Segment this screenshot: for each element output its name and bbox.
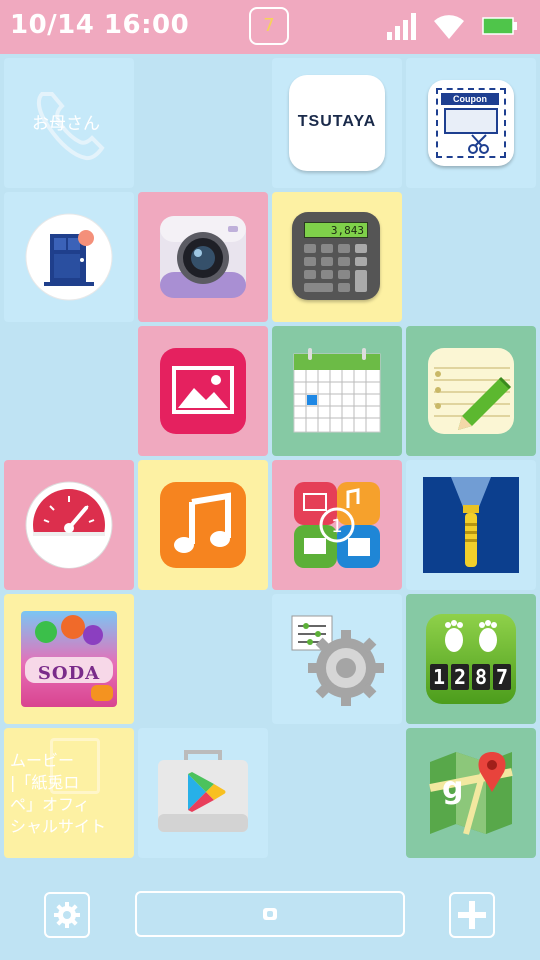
- add-button[interactable]: [449, 892, 495, 938]
- tsutaya-icon: TSUTAYA: [289, 75, 385, 171]
- coupon-app-tile[interactable]: Coupon: [406, 58, 536, 188]
- settings-app-tile[interactable]: [272, 594, 402, 724]
- pedometer-digit: 7: [493, 664, 511, 690]
- file-manager-app-tile[interactable]: 1: [272, 460, 402, 590]
- music-icon: [160, 482, 246, 568]
- gallery-icon: [160, 348, 246, 434]
- calculator-app-tile[interactable]: 3,843: [272, 192, 402, 322]
- tsutaya-app-tile[interactable]: TSUTAYA: [272, 58, 402, 188]
- calculator-icon: 3,843: [292, 212, 380, 300]
- settings-button[interactable]: [44, 892, 90, 938]
- door-app-tile[interactable]: [4, 192, 134, 322]
- play-store-icon: [158, 750, 248, 832]
- signal-icon: [387, 13, 416, 40]
- contact-mother-tile[interactable]: お母さん: [4, 58, 134, 188]
- svg-text:g: g: [442, 771, 463, 806]
- speedometer-app-tile[interactable]: [4, 460, 134, 590]
- pedometer-digit: 8: [472, 664, 490, 690]
- tsutaya-label: TSUTAYA: [297, 113, 377, 130]
- gear-icon: [54, 902, 80, 928]
- memo-icon: [428, 348, 514, 434]
- svg-text:1: 1: [331, 516, 342, 537]
- memo-app-tile[interactable]: [406, 326, 536, 456]
- camera-app-tile[interactable]: [138, 192, 268, 322]
- contact-name-label: お母さん: [32, 114, 100, 134]
- status-time: 10/14 16:00: [10, 10, 190, 40]
- battery-icon: [482, 17, 517, 35]
- play-store-app-tile[interactable]: [138, 728, 268, 858]
- candy-crush-app-tile[interactable]: SODA: [4, 594, 134, 724]
- coupon-icon: Coupon: [428, 80, 514, 166]
- candy-crush-soda-label: SODA: [37, 663, 101, 684]
- home-icon: [263, 908, 277, 920]
- calendar-app-tile[interactable]: [272, 326, 402, 456]
- candy-crush-soda-icon: SODA: [21, 611, 117, 707]
- pedometer-icon: 1 2 8 7: [426, 614, 516, 704]
- speedometer-icon: [25, 481, 113, 569]
- maps-app-tile[interactable]: g: [406, 728, 536, 858]
- wifi-icon: [434, 15, 464, 39]
- maps-icon: g: [429, 752, 513, 835]
- door-icon: [25, 213, 113, 301]
- gallery-app-tile[interactable]: [138, 326, 268, 456]
- file-manager-icon: 1: [294, 482, 380, 568]
- plus-icon: [458, 901, 486, 929]
- notification-badge[interactable]: 7: [249, 7, 289, 45]
- coupon-label: Coupon: [441, 93, 499, 105]
- pedometer-digit: 1: [430, 664, 448, 690]
- status-bar: 10/14 16:00 7: [0, 0, 540, 54]
- camera-icon: [160, 216, 246, 298]
- settings-icon: [291, 615, 384, 706]
- music-app-tile[interactable]: [138, 460, 268, 590]
- movie-site-shortcut-tile[interactable]: ムービー |「紙兎ロ ペ」オフィ シャルサイト: [4, 728, 134, 858]
- app-grid: お母さん TSUTAYA Coupon 3,843 1 SODA 1 2 8 7…: [0, 54, 540, 864]
- bottom-bar: [0, 864, 540, 960]
- pedometer-app-tile[interactable]: 1 2 8 7: [406, 594, 536, 724]
- calculator-display: 3,843: [304, 222, 368, 238]
- pedometer-digit: 2: [451, 664, 469, 690]
- shortcut-label: ムービー |「紙兎ロ ペ」オフィ シャルサイト: [10, 751, 107, 836]
- home-page-button[interactable]: [135, 891, 405, 937]
- flashlight-app-tile[interactable]: [406, 460, 536, 590]
- flashlight-icon: [423, 477, 519, 573]
- calendar-icon: [293, 348, 381, 433]
